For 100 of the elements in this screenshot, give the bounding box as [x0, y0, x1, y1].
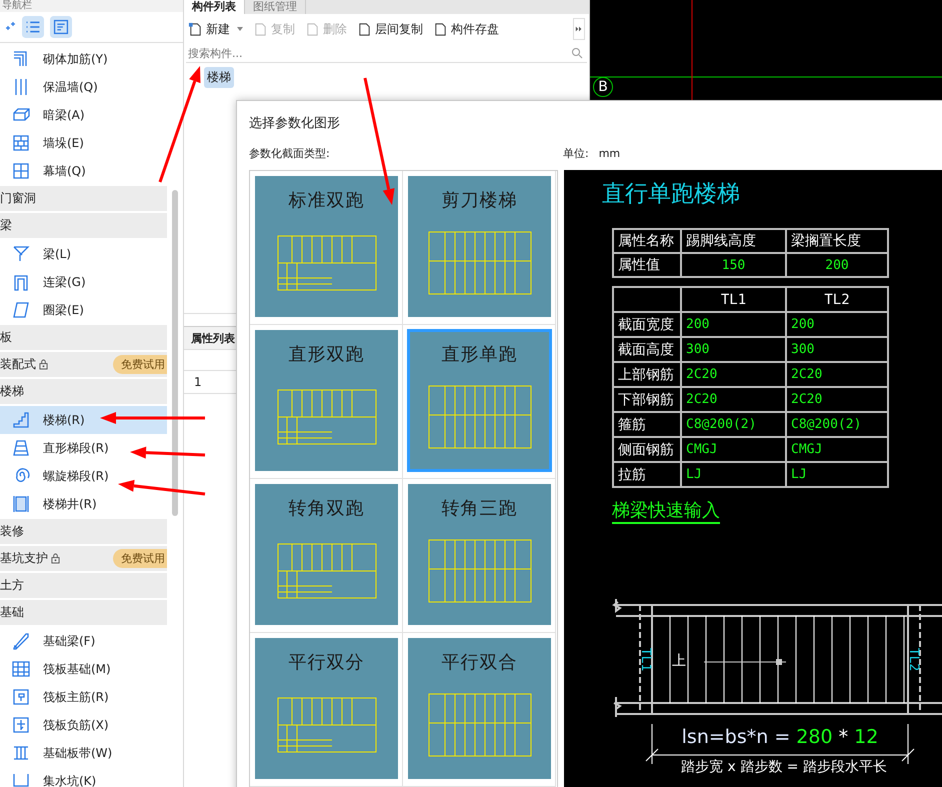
- nav-item[interactable]: 筏板负筋(X): [0, 711, 167, 739]
- lock-icon: [39, 359, 48, 370]
- free-trial-badge[interactable]: 免费试用: [113, 549, 167, 568]
- category-header[interactable]: 装修: [0, 519, 167, 544]
- category-header[interactable]: 基坑支护 免费试用: [0, 546, 167, 571]
- free-trial-badge[interactable]: 免费试用: [113, 355, 167, 374]
- table-cell[interactable]: LJ: [786, 462, 888, 487]
- nav-item[interactable]: 砌体加筋(Y): [0, 45, 167, 73]
- table-cell[interactable]: C8@200(2): [681, 412, 786, 437]
- category-header[interactable]: 门窗洞: [0, 186, 167, 211]
- category-header[interactable]: 梁: [0, 213, 167, 238]
- table-cell[interactable]: 200: [786, 312, 888, 337]
- caret-icon: [237, 27, 243, 31]
- nav-item-label: 基础梁(F): [43, 632, 96, 650]
- nav-item[interactable]: 筏板主筋(R): [0, 683, 167, 711]
- nav-item[interactable]: 圈梁(E): [0, 296, 167, 324]
- scrollbar[interactable]: [172, 190, 178, 516]
- category-header[interactable]: 板: [0, 325, 167, 350]
- nav-item[interactable]: 直形梯段(R): [0, 434, 167, 462]
- nav-item-label: 螺旋梯段(R): [43, 468, 109, 484]
- toolbar-button[interactable]: 构件存盘: [433, 20, 499, 38]
- category-label: 土方: [0, 577, 24, 594]
- shape-tile[interactable]: 直形单跑: [408, 330, 551, 471]
- stairwell-icon: [11, 494, 31, 514]
- shape-tile[interactable]: 转角双跑: [255, 484, 398, 625]
- table-cell: 拉筋: [613, 462, 681, 487]
- table-cell: 截面高度: [613, 337, 681, 362]
- table-cell[interactable]: 200: [786, 253, 888, 277]
- table-cell[interactable]: 2C20: [786, 387, 888, 412]
- document-icon: [357, 22, 372, 36]
- shape-tile[interactable]: 直形双跑: [255, 330, 398, 471]
- table-cell[interactable]: 2C20: [681, 362, 786, 387]
- category-header[interactable]: 基础: [0, 600, 167, 625]
- nav-item-label: 墙垛(E): [43, 134, 84, 152]
- nav-item[interactable]: 保温墙(Q): [0, 73, 167, 101]
- axis-marker: B: [593, 77, 613, 97]
- nav-item-label: 基础板带(W): [43, 744, 112, 762]
- nav-item-label: 筏板基础(M): [43, 660, 111, 678]
- more-button[interactable]: [573, 18, 585, 40]
- table-cell: TL1: [681, 287, 786, 312]
- field-label: 参数化截面类型:: [249, 146, 331, 160]
- category-label: 装修: [0, 523, 24, 540]
- nav-item-label: 筏板负筋(X): [43, 716, 109, 734]
- shape-tile[interactable]: 转角三跑: [408, 484, 551, 625]
- category-header[interactable]: 装配式 免费试用: [0, 352, 167, 377]
- category-label: 楼梯: [0, 383, 24, 400]
- nav-item[interactable]: 集水坑(K): [0, 767, 167, 787]
- nav-item[interactable]: 暗梁(A): [0, 101, 167, 129]
- table-cell: 属性名称: [613, 229, 681, 253]
- nav-item-label: 暗梁(A): [43, 106, 85, 124]
- nav-item[interactable]: 幕墙(Q): [0, 157, 167, 185]
- table-cell[interactable]: LJ: [681, 462, 786, 487]
- shape-tile[interactable]: 剪刀楼梯: [408, 176, 551, 317]
- nav-item[interactable]: 楼梯(R): [0, 406, 167, 434]
- panel-title: 属性列表: [191, 330, 235, 346]
- add-icon[interactable]: [4, 21, 16, 33]
- tree-item[interactable]: 楼梯: [204, 67, 234, 88]
- table-cell[interactable]: 300: [786, 337, 888, 362]
- quick-input-link[interactable]: 梯梁快速输入: [612, 498, 720, 524]
- shape-tile[interactable]: 标准双跑: [255, 176, 398, 317]
- parallelogram-icon: [11, 300, 31, 320]
- table-cell[interactable]: 300: [681, 337, 786, 362]
- panel-tab[interactable]: 图纸管理: [245, 0, 306, 14]
- category-label: 基础: [0, 604, 24, 621]
- panel-tab[interactable]: 构件列表: [184, 0, 245, 14]
- detail-view-icon[interactable]: [50, 16, 72, 38]
- table-cell[interactable]: C8@200(2): [786, 412, 888, 437]
- stair-flight-icon: [11, 438, 31, 458]
- formula-text: lsn=bs*n = 280 * 12: [680, 726, 880, 748]
- document-icon: [305, 22, 320, 36]
- list-view-icon[interactable]: [22, 16, 44, 38]
- table-cell[interactable]: CMGJ: [681, 437, 786, 462]
- nav-item[interactable]: 螺旋梯段(R): [0, 462, 167, 490]
- search-field[interactable]: 搜索构件...: [186, 46, 571, 60]
- table-cell: 梁搁置长度: [786, 229, 888, 253]
- table-cell[interactable]: 2C20: [786, 362, 888, 387]
- toolbar-button[interactable]: 新建: [188, 20, 243, 38]
- nav-item[interactable]: 楼梯井(R): [0, 490, 167, 518]
- table-cell[interactable]: CMGJ: [786, 437, 888, 462]
- table-cell[interactable]: 2C20: [681, 387, 786, 412]
- nav-item-label: 圈梁(E): [43, 302, 84, 318]
- shape-tile[interactable]: 平行双合: [408, 638, 551, 779]
- category-label: 门窗洞: [0, 190, 36, 207]
- nav-item-label: 保温墙(Q): [43, 78, 98, 96]
- nav-item[interactable]: 基础梁(F): [0, 627, 167, 655]
- beam-label: TL2: [906, 648, 922, 672]
- nav-item[interactable]: 梁(L): [0, 240, 167, 268]
- nav-item[interactable]: 墙垛(E): [0, 129, 167, 157]
- nav-item-label: 幕墙(Q): [43, 162, 86, 180]
- category-header[interactable]: 楼梯: [0, 379, 167, 404]
- nav-item[interactable]: 连梁(G): [0, 268, 167, 296]
- shape-tile[interactable]: 平行双分: [255, 638, 398, 779]
- toolbar-button[interactable]: 层间复制: [357, 20, 423, 38]
- category-header[interactable]: 土方: [0, 573, 167, 598]
- preview-title: 直行单跑楼梯: [601, 180, 741, 209]
- lock-icon: [51, 553, 60, 564]
- nav-item[interactable]: 基础板带(W): [0, 739, 167, 767]
- table-cell[interactable]: 200: [681, 312, 786, 337]
- nav-item[interactable]: 筏板基础(M): [0, 655, 167, 683]
- table-cell[interactable]: 150: [681, 253, 786, 277]
